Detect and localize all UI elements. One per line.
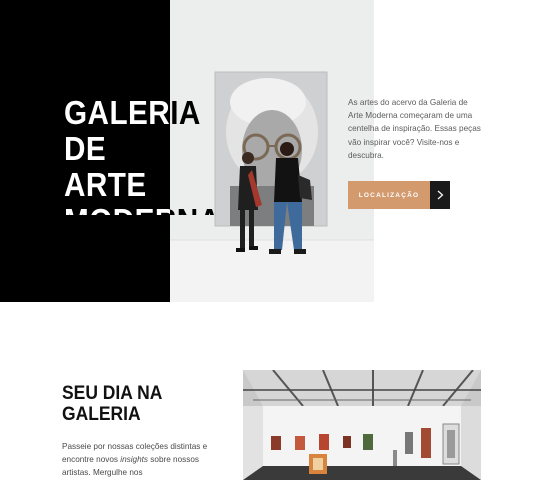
location-cta[interactable]: LOCALIZAÇÃO (348, 181, 450, 209)
hero-section: GALERIA DE ARTE MODERNA GALERIA DE ARTE … (0, 0, 544, 302)
section-body-emphasis: insights (120, 455, 149, 465)
hero-title: GALERIA DE ARTE MODERNA GALERIA DE ARTE … (64, 95, 254, 215)
section-title: SEU DIA NA GALERIA (62, 383, 163, 425)
hero-description: As artes do acervo da Galeria de Arte Mo… (348, 98, 481, 160)
hero-title-dark: GALERIA DE ARTE MODERNA (170, 95, 220, 215)
chevron-right-icon[interactable] (430, 181, 450, 209)
gallery-room-photo (243, 370, 481, 480)
hero-title-light: GALERIA DE ARTE MODERNA (64, 95, 170, 215)
location-button[interactable]: LOCALIZAÇÃO (348, 181, 430, 209)
section-body: Passeie por nossas coleções distintas e … (62, 440, 212, 480)
